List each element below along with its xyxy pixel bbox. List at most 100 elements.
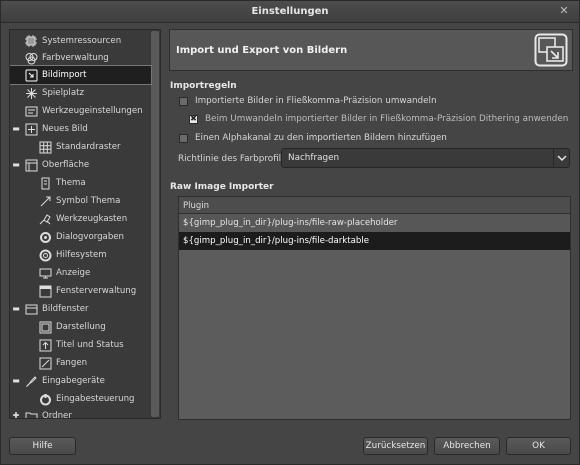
sidebar-item-hilfesystem[interactable]: Hilfesystem bbox=[10, 246, 151, 264]
sidebar-item-label: Werkzeugkasten bbox=[56, 214, 128, 224]
sidebar-item-label: Spielplatz bbox=[42, 88, 84, 98]
sidebar-item-oberflaeche[interactable]: ▬ Oberfläche bbox=[10, 156, 151, 174]
help-button[interactable]: Hilfe bbox=[9, 437, 76, 455]
sidebar-item-fangen[interactable]: Fangen bbox=[10, 354, 151, 372]
sidebar-item-label: Oberfläche bbox=[42, 160, 90, 170]
raw-importer-title: Raw Image Importer bbox=[170, 182, 274, 192]
input-controllers-icon bbox=[38, 392, 52, 406]
input-devices-icon bbox=[24, 374, 38, 388]
sidebar-item-label: Ordner bbox=[42, 411, 72, 419]
sidebar-item-fensterverwaltung[interactable]: Fensterverwaltung bbox=[10, 282, 151, 300]
sidebar-item-dialogvorgaben[interactable]: Dialogvorgaben bbox=[10, 228, 151, 246]
collapse-icon[interactable]: ▬ bbox=[12, 305, 20, 313]
raw-importer-list[interactable]: Plugin ${gimp_plug_in_dir}/plug-ins/file… bbox=[178, 196, 571, 420]
sidebar-scrollbar[interactable] bbox=[151, 31, 159, 417]
alpha-channel-label: Einen Alphakanal zu den importierten Bil… bbox=[195, 133, 447, 143]
playground-icon bbox=[24, 86, 38, 100]
image-import-icon bbox=[24, 68, 38, 82]
sidebar-item-bildimport[interactable]: Bildimport bbox=[10, 65, 152, 85]
sidebar-item-label: Neues Bild bbox=[42, 124, 88, 134]
sidebar-item-label: Eingabesteuerung bbox=[56, 394, 135, 404]
float-precision-checkbox[interactable] bbox=[179, 96, 188, 106]
new-image-icon bbox=[24, 122, 38, 136]
sidebar-item-werkzeugeinstellungen[interactable]: Werkzeugeinstellungen bbox=[10, 102, 151, 120]
color-profile-policy-value: Nachfragen bbox=[288, 153, 340, 163]
collapse-icon[interactable]: ▬ bbox=[12, 377, 20, 385]
chevron-down-icon bbox=[553, 148, 569, 168]
alpha-channel-option[interactable]: Einen Alphakanal zu den importierten Bil… bbox=[179, 131, 447, 145]
color-profile-policy-select[interactable]: Nachfragen bbox=[281, 148, 570, 168]
close-icon[interactable]: ✕ bbox=[557, 4, 571, 18]
plugin-column-label: Plugin bbox=[183, 201, 210, 211]
window-management-icon bbox=[38, 284, 52, 298]
sidebar-item-darstellung[interactable]: Darstellung bbox=[10, 318, 151, 336]
sidebar-item-label: Fangen bbox=[56, 358, 88, 368]
sidebar-item-bildfenster[interactable]: ▬ Bildfenster bbox=[10, 300, 151, 318]
sidebar-item-label: Thema bbox=[56, 178, 86, 188]
sidebar-item-systemressourcen[interactable]: Systemressourcen bbox=[10, 32, 151, 50]
table-row[interactable]: ${gimp_plug_in_dir}/plug-ins/file-raw-pl… bbox=[179, 214, 570, 232]
sidebar-item-label: Darstellung bbox=[56, 322, 106, 332]
image-window-icon bbox=[24, 302, 38, 316]
grid-icon bbox=[38, 140, 52, 154]
sidebar-item-ordner[interactable]: ✚ Ordner bbox=[10, 407, 151, 419]
display-icon bbox=[38, 266, 52, 280]
collapse-icon[interactable]: ▬ bbox=[12, 161, 20, 169]
float-precision-option[interactable]: Importierte Bilder in Fließkomma-Präzisi… bbox=[179, 94, 437, 108]
dithering-checkbox[interactable]: ✖ bbox=[189, 114, 198, 124]
reset-button[interactable]: Zurücksetzen bbox=[363, 437, 428, 455]
sidebar-item-label: Dialogvorgaben bbox=[56, 232, 125, 242]
sidebar-item-label: Hilfesystem bbox=[56, 250, 107, 260]
sidebar-item-label: Bildfenster bbox=[42, 304, 89, 314]
preferences-dialog: Einstellungen ✕ Systemressourcen Farbver… bbox=[0, 0, 580, 465]
sidebar-item-label: Bildimport bbox=[42, 70, 87, 80]
collapse-icon[interactable]: ▬ bbox=[12, 125, 20, 133]
expand-icon[interactable]: ✚ bbox=[12, 412, 20, 419]
ok-button[interactable]: OK bbox=[506, 437, 571, 455]
sidebar-item-label: Anzeige bbox=[56, 268, 91, 278]
cancel-button[interactable]: Abbrechen bbox=[434, 437, 500, 455]
sidebar-tree: Systemressourcen Farbverwaltung Bildimpo… bbox=[9, 29, 161, 419]
chip-icon bbox=[24, 34, 38, 48]
theme-icon bbox=[38, 176, 52, 190]
sidebar-item-label: Fensterverwaltung bbox=[56, 286, 137, 296]
sidebar-item-symbol-thema[interactable]: Symbol Thema bbox=[10, 192, 151, 210]
dialog-defaults-icon bbox=[38, 230, 52, 244]
page-header: Import und Export von Bildern bbox=[169, 29, 573, 71]
sidebar-item-eingabesteuerung[interactable]: Eingabesteuerung bbox=[10, 390, 151, 408]
sidebar-item-anzeige[interactable]: Anzeige bbox=[10, 264, 151, 282]
sidebar-item-werkzeugkasten[interactable]: Werkzeugkasten bbox=[10, 210, 151, 228]
snapping-icon bbox=[38, 356, 52, 370]
plugin-path: ${gimp_plug_in_dir}/plug-ins/file-darkta… bbox=[183, 236, 370, 246]
window-title: Einstellungen bbox=[251, 6, 329, 17]
dithering-label: Beim Umwandeln importierter Bilder in Fl… bbox=[205, 114, 569, 124]
plugin-column-header[interactable]: Plugin bbox=[179, 197, 570, 214]
dithering-option[interactable]: ✖ Beim Umwandeln importierter Bilder in … bbox=[189, 112, 568, 126]
sidebar-item-standardraster[interactable]: Standardraster bbox=[10, 138, 151, 156]
table-row[interactable]: ${gimp_plug_in_dir}/plug-ins/file-darkta… bbox=[179, 232, 570, 250]
folder-icon bbox=[24, 409, 38, 418]
color-profile-policy-label: Richtlinie des Farbprofils: bbox=[178, 154, 289, 164]
toolbox-icon bbox=[38, 212, 52, 226]
sidebar-item-label: Farbverwaltung bbox=[42, 53, 109, 63]
sidebar-item-label: Titel und Status bbox=[56, 340, 124, 350]
help-system-icon bbox=[38, 248, 52, 262]
title-bar[interactable]: Einstellungen ✕ bbox=[1, 1, 579, 23]
tool-options-icon bbox=[24, 104, 38, 118]
sidebar-item-label: Werkzeugeinstellungen bbox=[42, 106, 143, 116]
page-title: Import und Export von Bildern bbox=[176, 45, 348, 56]
sidebar-item-eingabegeraete[interactable]: ▬ Eingabegeräte bbox=[10, 372, 151, 390]
icon-theme-icon bbox=[38, 194, 52, 208]
plugin-path: ${gimp_plug_in_dir}/plug-ins/file-raw-pl… bbox=[183, 218, 398, 228]
sidebar-item-titel-und-status[interactable]: Titel und Status bbox=[10, 336, 151, 354]
sidebar-item-neues-bild[interactable]: ▬ Neues Bild bbox=[10, 120, 151, 138]
sidebar-item-label: Symbol Thema bbox=[56, 196, 121, 206]
import-policies-title: Importregeln bbox=[170, 81, 237, 91]
sidebar-item-thema[interactable]: Thema bbox=[10, 174, 151, 192]
sidebar-item-farbverwaltung[interactable]: Farbverwaltung bbox=[10, 49, 151, 67]
color-management-icon bbox=[24, 51, 38, 65]
sidebar-item-spielplatz[interactable]: Spielplatz bbox=[10, 84, 151, 102]
alpha-channel-checkbox[interactable] bbox=[179, 133, 188, 143]
image-import-icon bbox=[534, 33, 568, 67]
title-status-icon bbox=[38, 338, 52, 352]
